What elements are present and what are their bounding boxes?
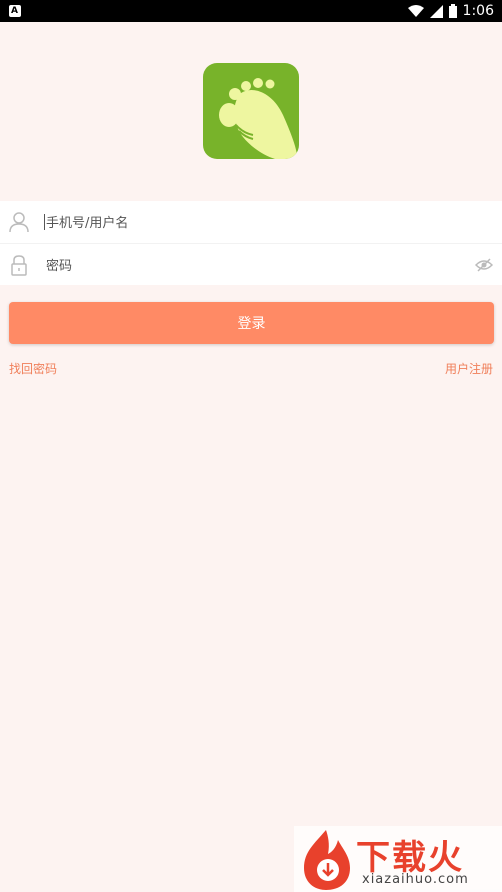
eye-off-icon[interactable]: [475, 256, 493, 274]
flame-logo-icon: [304, 830, 350, 890]
password-row: [0, 243, 502, 286]
watermark-text-en: xiazaihuo.com: [362, 872, 469, 887]
status-icons: 1:06: [407, 2, 494, 20]
lock-icon: [11, 255, 27, 276]
password-input[interactable]: [44, 252, 448, 280]
user-icon: [9, 212, 29, 233]
battery-icon: [448, 4, 457, 18]
status-bar: A 1:06: [0, 0, 502, 22]
watermark: 下载火 xiazaihuo.com: [294, 826, 502, 892]
footprint-icon: [219, 78, 298, 159]
forgot-password-link[interactable]: 找回密码: [9, 360, 57, 377]
text-caret: [44, 214, 45, 230]
signal-icon: [429, 4, 443, 18]
wifi-icon: [407, 4, 424, 17]
username-row: [0, 201, 502, 243]
notification-icon: A: [9, 5, 21, 17]
login-button[interactable]: 登录: [9, 302, 494, 344]
status-time: 1:06: [462, 3, 494, 19]
username-input[interactable]: [44, 209, 448, 237]
register-link[interactable]: 用户注册: [445, 360, 493, 377]
app-logo: [203, 63, 299, 159]
login-form-card: [0, 201, 502, 285]
